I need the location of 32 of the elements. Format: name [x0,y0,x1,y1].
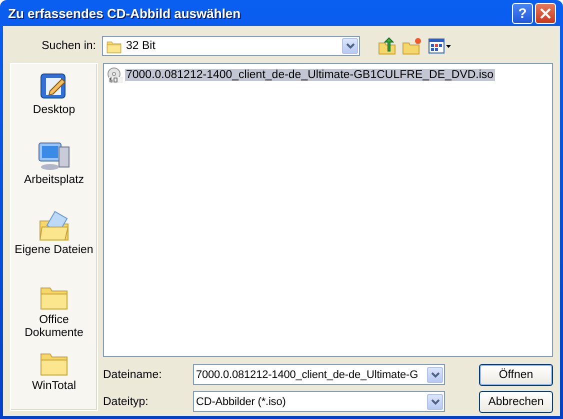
folder-icon [106,38,122,54]
dropdown-button[interactable] [427,366,443,382]
open-button[interactable]: Öffnen [479,364,553,386]
dropdown-button[interactable] [427,394,443,410]
up-folder-icon[interactable] [378,37,396,55]
filename-label: Dateiname: [103,368,163,380]
caret-icon [430,372,440,378]
close-button[interactable] [535,2,556,24]
filetype-dropdown[interactable]: CD-Abbilder (*.iso) [193,391,445,412]
caret-icon [430,398,440,404]
disc-image-icon [107,67,123,83]
dropdown-button[interactable] [342,38,358,54]
file-item[interactable]: 7000.0.081212-1400_client_de-de_Ultimate-GB1CULFRE_DE_DVD.iso [125,69,495,81]
filetype-label: Dateityp: [103,396,150,408]
places-item[interactable]: Eigene Dateien [14,208,94,278]
places-item[interactable]: WinTotal [32,344,76,410]
cancel-button[interactable]: Abbrechen [479,390,553,412]
view-menu-icon[interactable] [428,38,452,54]
computer-icon [37,141,71,173]
look-in-dropdown[interactable]: 32 Bit [102,36,360,56]
folder-documents-icon [38,211,70,243]
look-in-value: 32 Bit [126,40,156,52]
places-item[interactable]: Arbeitsplatz [24,138,84,208]
new-folder-icon[interactable] [402,37,422,55]
filename-field[interactable]: 7000.0.081212-1400_client_de-de_Ultimate-G [193,364,445,385]
help-button[interactable]: ? [512,2,533,24]
look-in-label: Suchen in: [40,40,96,52]
places-item[interactable]: Office Dokumente [14,278,94,344]
places-item[interactable]: Desktop [32,68,76,138]
close-icon [540,8,551,18]
caret-icon [346,43,354,49]
window-title: Zu erfassendes CD-Abbild auswählen [8,6,242,20]
